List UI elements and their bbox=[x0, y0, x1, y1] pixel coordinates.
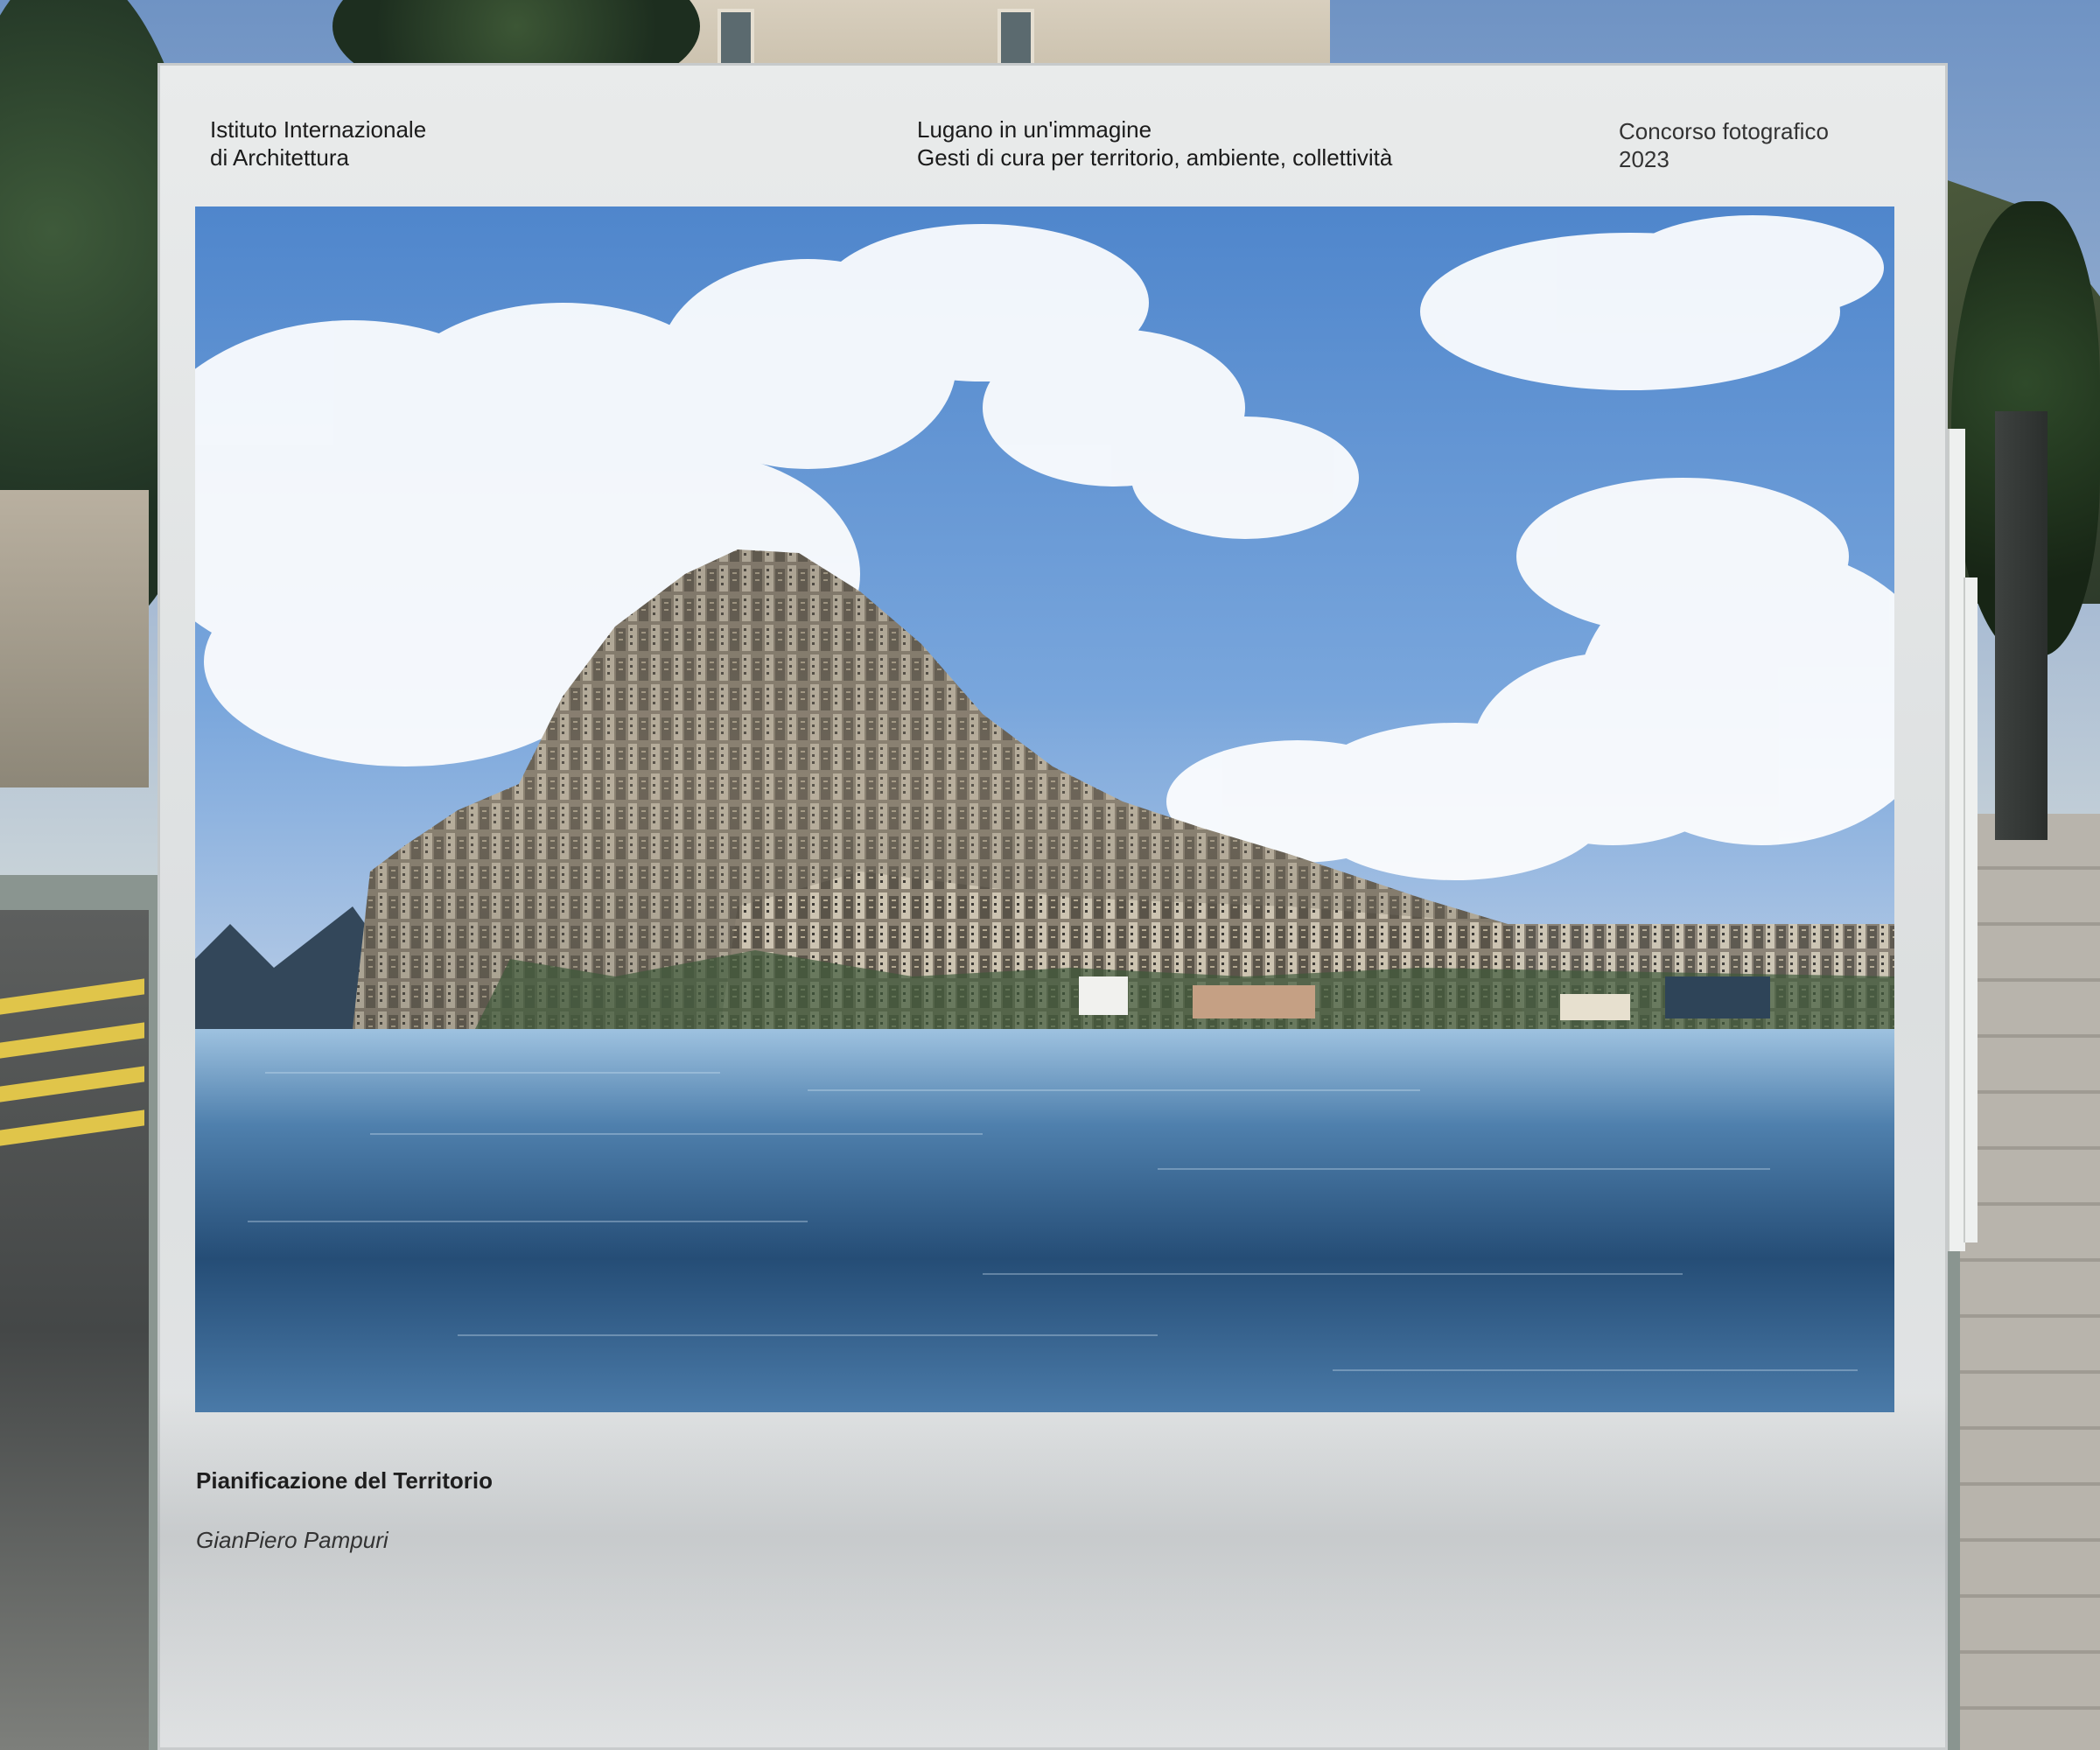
exhibition-heading: Lugano in un'immagine Gesti di cura per … bbox=[917, 116, 1392, 172]
board-shadow bbox=[158, 1393, 1948, 1750]
exhibition-subtitle: Gesti di cura per territorio, ambiente, … bbox=[917, 144, 1393, 171]
contest-year: 2023 bbox=[1619, 146, 1670, 172]
background-pavement bbox=[1960, 814, 2100, 1750]
road-stripe bbox=[0, 1022, 144, 1059]
road-stripe bbox=[0, 1110, 144, 1146]
organization-line-1: Istituto Internazionale bbox=[210, 116, 427, 143]
artwork-title: Pianificazione del Territorio bbox=[196, 1467, 494, 1494]
organization-line-2: di Architettura bbox=[210, 144, 349, 171]
organization-name: Istituto Internazionale di Architettura bbox=[210, 116, 426, 172]
road-stripe bbox=[0, 1066, 144, 1102]
adjacent-panel bbox=[1948, 429, 1965, 1251]
background-wall bbox=[0, 490, 149, 788]
artwork-author: GianPiero Pampuri bbox=[196, 1527, 388, 1553]
contest-label: Concorso fotografico bbox=[1619, 118, 1829, 144]
contest-info: Concorso fotografico 2023 bbox=[1619, 117, 1829, 173]
road-stripe bbox=[0, 978, 144, 1015]
building-window bbox=[998, 9, 1034, 70]
exhibition-title: Lugano in un'immagine bbox=[917, 116, 1152, 143]
background-road bbox=[0, 910, 149, 1750]
background-pillar bbox=[1995, 411, 2048, 840]
photomontage-image bbox=[195, 206, 1894, 1412]
building-window bbox=[718, 9, 754, 70]
adjacent-panel bbox=[1964, 578, 1978, 1242]
artwork-photo bbox=[195, 206, 1894, 1412]
exhibition-board: Istituto Internazionale di Architettura … bbox=[158, 63, 1948, 1750]
